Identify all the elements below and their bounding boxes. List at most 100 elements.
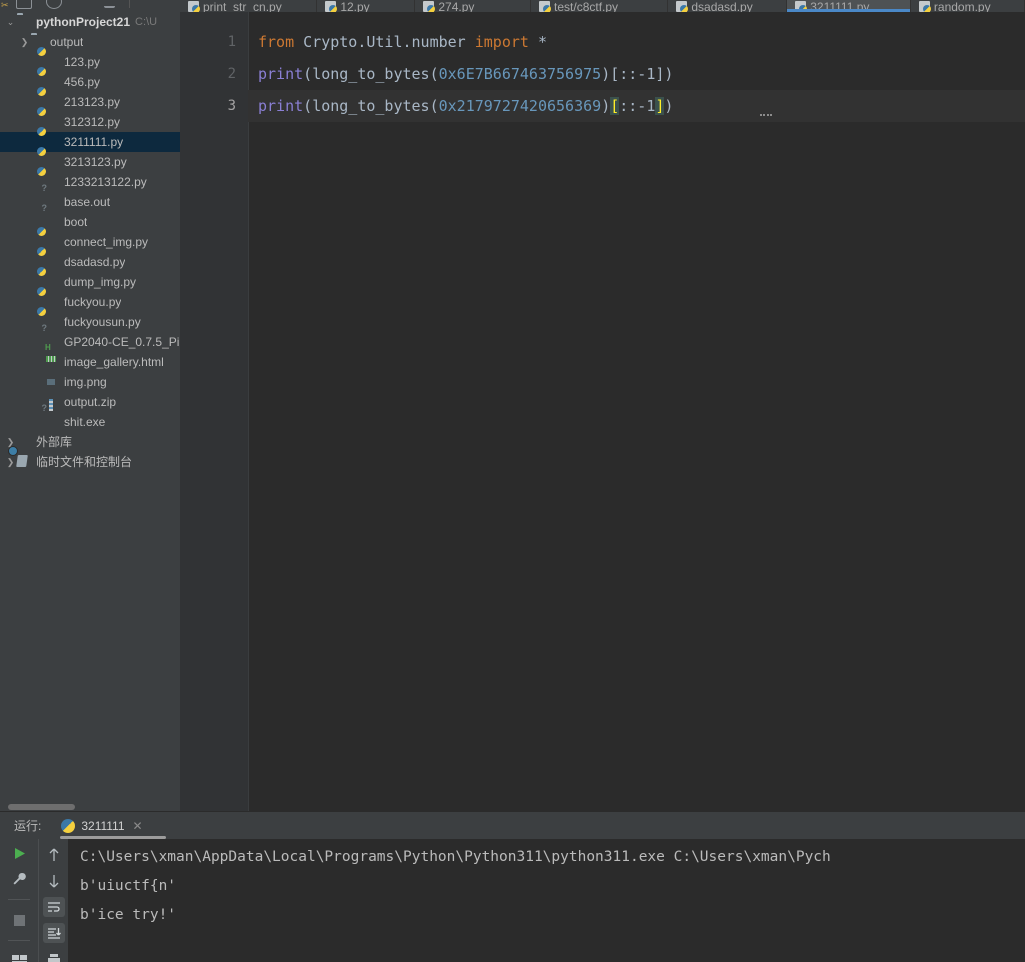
layout-icon[interactable] xyxy=(8,953,30,962)
scroll-end-icon[interactable] xyxy=(43,923,65,943)
tree-row-fuckyousun-py[interactable]: ·fuckyousun.py xyxy=(0,312,180,332)
close-icon[interactable]: ✕ xyxy=(133,820,143,832)
run-left-toolbar[interactable] xyxy=(0,839,38,962)
tree-item-label: 312312.py xyxy=(64,115,121,129)
run-configuration-tab[interactable]: 3211111 ✕ xyxy=(55,812,167,839)
python-file-icon xyxy=(918,1,931,12)
paren-open: ( xyxy=(303,65,313,83)
code-line-1[interactable]: from Crypto.Util.number import * xyxy=(248,26,1025,58)
debug-icon[interactable] xyxy=(46,0,62,9)
wrap-icon[interactable] xyxy=(43,897,65,917)
tree-row-output[interactable]: ❯ output xyxy=(0,32,180,52)
tree-horizontal-scrollbar[interactable] xyxy=(0,803,180,811)
caret-icon[interactable] xyxy=(104,0,115,8)
module-path: Crypto.Util.number xyxy=(294,33,475,51)
toolbar-divider xyxy=(129,0,130,8)
tree-row-dump-img-py[interactable]: ·dump_img.py xyxy=(0,272,180,292)
python-file-icon xyxy=(45,55,60,70)
play-icon[interactable] xyxy=(8,845,30,861)
hex-literal: 0x2179727420656369 xyxy=(438,97,602,115)
toolbar-divider xyxy=(8,940,30,941)
line-number-gutter: 1 2 3 xyxy=(180,12,249,811)
python-file-icon xyxy=(45,315,60,330)
tree-row-img-png[interactable]: · img.png xyxy=(0,372,180,392)
tree-row-shit-exe[interactable]: ·shit.exe xyxy=(0,412,180,432)
tree-row-312312-py[interactable]: ·312312.py xyxy=(0,112,180,132)
scrollbar-thumb[interactable] xyxy=(8,804,75,810)
tree-row--[interactable]: ❯ 临时文件和控制台 xyxy=(0,452,180,472)
code-line-2[interactable]: print(long_to_bytes(0x6E7B667463756975)[… xyxy=(248,58,1025,90)
editor-tab-label: 274.py xyxy=(438,0,475,12)
python-file-icon xyxy=(45,95,60,110)
run-label: 运行: xyxy=(14,819,42,833)
run-tab-name: 3211111 xyxy=(81,818,125,833)
editor-tab-print-str-cn-py[interactable]: print_str_cn.py xyxy=(180,0,318,12)
tree-item-label: fuckyou.py xyxy=(64,295,122,309)
print-icon[interactable] xyxy=(43,949,65,962)
python-file-icon xyxy=(45,235,60,250)
inner-paren-open: ( xyxy=(429,65,439,83)
more-icon[interactable] xyxy=(144,0,158,7)
tree-row-1233213122-py[interactable]: ·1233213122.py xyxy=(0,172,180,192)
tree-row-123-py[interactable]: ·123.py xyxy=(0,52,180,72)
arrow-up-icon[interactable] xyxy=(43,845,65,865)
code-line-3[interactable]: print(long_to_bytes(0x2179727420656369)[… xyxy=(248,90,1025,122)
python-file-icon xyxy=(45,275,60,290)
print-call: print xyxy=(258,65,304,83)
tree-row-213123-py[interactable]: ·213123.py xyxy=(0,92,180,112)
python-file-icon xyxy=(539,1,552,12)
python-icon xyxy=(61,818,76,833)
tree-row--[interactable]: ❯ 外部库 xyxy=(0,432,180,452)
tree-row-output-zip[interactable]: ·output.zip xyxy=(0,392,180,412)
tree-row-456-py[interactable]: ·456.py xyxy=(0,72,180,92)
editor-tab-test-c8ctf-py[interactable]: test/c8ctf.py xyxy=(531,0,669,12)
paren-close: ) xyxy=(601,97,611,115)
run-console-toolbar[interactable] xyxy=(38,839,69,962)
tree-row-dsadasd-py[interactable]: ·dsadasd.py xyxy=(0,252,180,272)
star-glob: * xyxy=(528,33,547,51)
editor-tab-12-py[interactable]: 12.py xyxy=(317,0,416,12)
tree-row-3213123-py[interactable]: ·3213123.py xyxy=(0,152,180,172)
tree-item-label: fuckyousun.py xyxy=(64,315,141,329)
final-paren: ) xyxy=(664,97,674,115)
inner-paren-open: ( xyxy=(429,97,439,115)
keyword-import: import xyxy=(474,33,529,51)
minus-icon[interactable] xyxy=(76,0,90,7)
tree-item-label: output.zip xyxy=(64,395,117,409)
tree-row-project-root[interactable]: ⌄ pythonProject21 C:\U xyxy=(0,12,180,32)
code-content[interactable]: from Crypto.Util.number import * print(l… xyxy=(248,12,1025,811)
run-header: 运行: 3211111 ✕ xyxy=(0,812,1025,839)
tree-item-label: dsadasd.py xyxy=(64,255,126,269)
tree-row-gp2040-ce-0-7-5-pi[interactable]: ·GP2040-CE_0.7.5_Pi xyxy=(0,332,180,352)
editor-tab-dsadasd-py[interactable]: dsadasd.py xyxy=(668,0,788,12)
tree-row-connect-img-py[interactable]: ·connect_img.py xyxy=(0,232,180,252)
chevron-down-icon[interactable]: ⌄ xyxy=(4,12,17,32)
run-console-output[interactable]: C:\Users\xman\AppData\Local\Programs\Pyt… xyxy=(68,839,1025,962)
tree-row-image-gallery-html[interactable]: · image_gallery.html xyxy=(0,352,180,372)
unknown-file-icon xyxy=(45,215,60,230)
tree-row-3211111-py[interactable]: ·3211111.py xyxy=(0,132,180,152)
screen-icon[interactable] xyxy=(16,0,32,9)
editor-tab-random-py[interactable]: random.py xyxy=(910,0,1025,12)
python-file-icon xyxy=(45,155,60,170)
editor-tab-bar[interactable]: print_str_cn.py 12.py 274.py test/c8ctf.py d… xyxy=(180,0,1025,12)
tree-row-boot[interactable]: ·boot xyxy=(0,212,180,232)
slice-expr: ::-1 xyxy=(619,97,656,115)
editor-tab-3211111-py[interactable]: 3211111.py xyxy=(787,0,911,12)
long-to-bytes-call: long_to_bytes xyxy=(312,65,430,83)
tree-item-label: 3213123.py xyxy=(64,155,127,169)
pycharm-window: ✂ ⌄ pythonProject21 C:\U ❯output·123.py·… xyxy=(0,0,1025,962)
tree-item-label: dump_img.py xyxy=(64,275,137,289)
project-tree-panel[interactable]: ⌄ pythonProject21 C:\U ❯output·123.py·45… xyxy=(0,12,181,811)
tree-row-fuckyou-py[interactable]: ·fuckyou.py xyxy=(0,292,180,312)
stop-icon[interactable] xyxy=(8,912,30,928)
tree-item-label: GP2040-CE_0.7.5_Pi xyxy=(64,335,180,349)
code-editor[interactable]: 1 2 3 from Crypto.Util.number import * p… xyxy=(180,12,1025,811)
python-file-icon xyxy=(45,295,60,310)
editor-tab-274-py[interactable]: 274.py xyxy=(415,0,532,12)
chevron-right-icon[interactable]: ❯ xyxy=(18,32,31,52)
tree-row-base-out[interactable]: ·base.out xyxy=(0,192,180,212)
tree-item-label: 3211111.py xyxy=(64,135,124,149)
arrow-down-icon[interactable] xyxy=(43,871,65,891)
wrench-icon[interactable] xyxy=(8,871,30,887)
